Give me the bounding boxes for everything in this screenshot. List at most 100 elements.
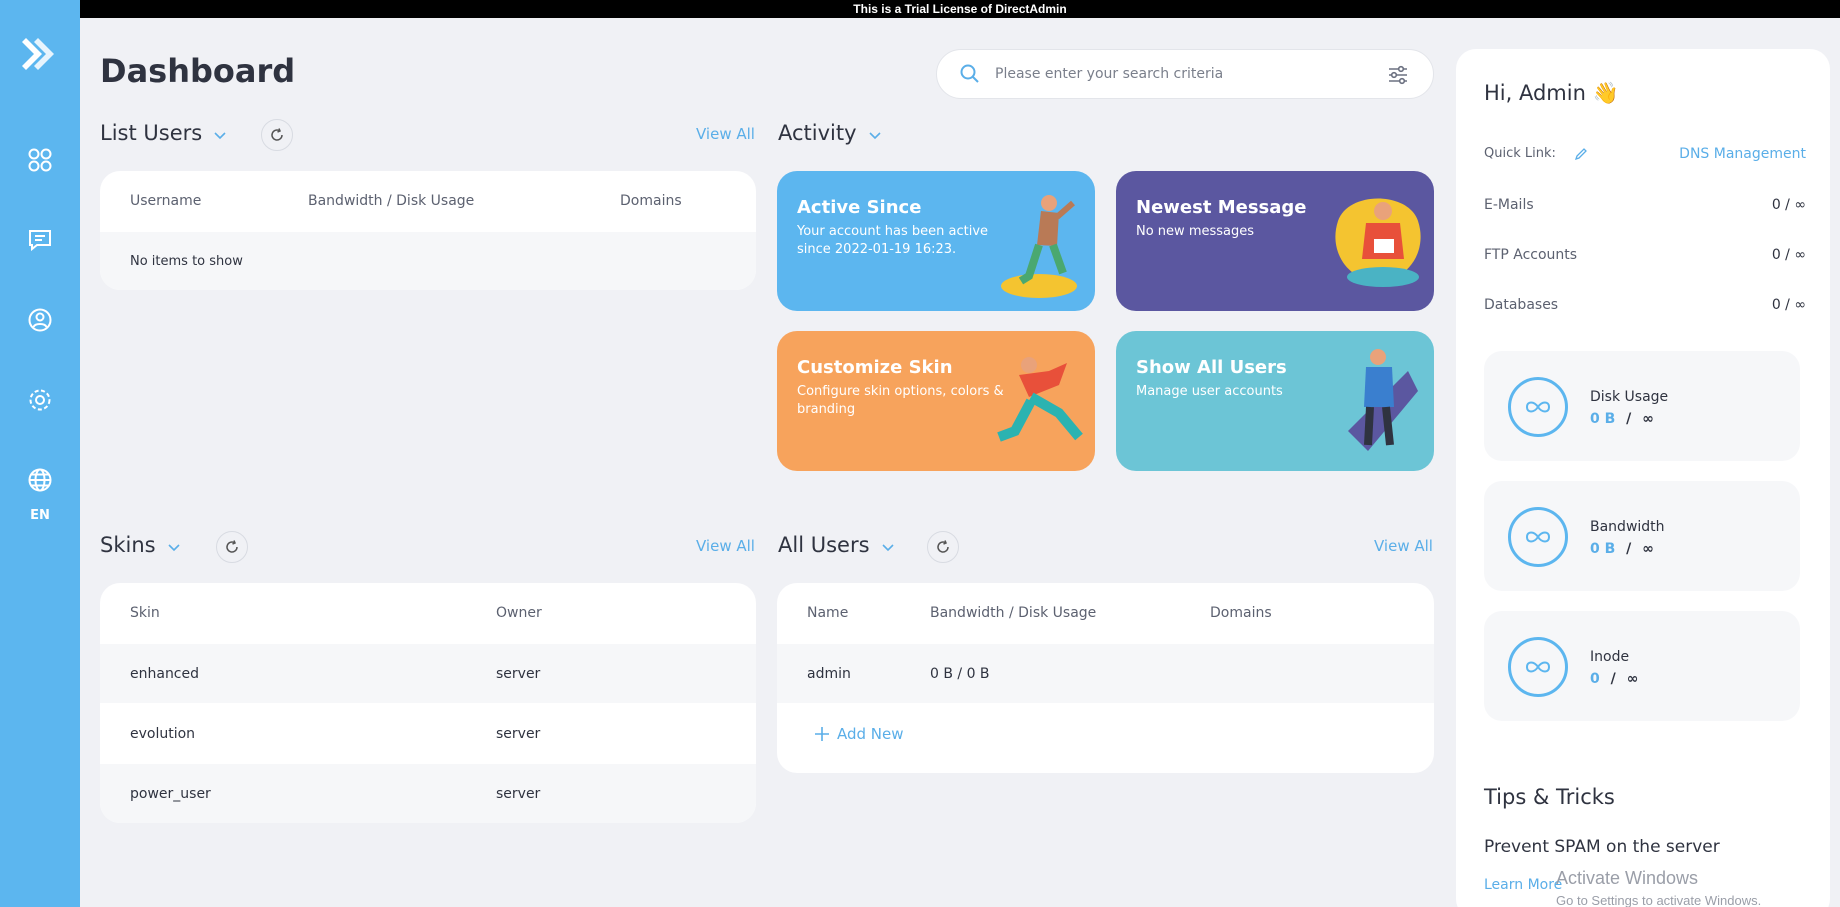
usage-limit: ∞ <box>1626 671 1639 687</box>
usage-value: 0 B / ∞ <box>1590 541 1654 557</box>
usage-sep: / <box>1626 411 1632 427</box>
column-header[interactable]: Domains <box>1210 605 1272 621</box>
tile-title: Active Since <box>797 197 922 218</box>
table-row[interactable]: power_user server <box>100 763 756 823</box>
customize-skin-tile[interactable]: Customize Skin Configure skin options, c… <box>777 331 1095 471</box>
all-users-view-all-link[interactable]: View All <box>1374 537 1433 555</box>
newest-message-tile[interactable]: Newest Message No new messages <box>1116 171 1434 311</box>
tips-title: Tips & Tricks <box>1484 785 1615 809</box>
skin-name[interactable]: power_user <box>130 786 496 802</box>
quick-link-label: Quick Link: <box>1484 146 1588 161</box>
active-since-tile[interactable]: Active Since Your account has been activ… <box>777 171 1095 311</box>
trial-license-banner: This is a Trial License of DirectAdmin <box>80 0 1840 18</box>
table-row[interactable]: evolution server <box>100 703 756 763</box>
list-users-section-title: List Users <box>100 121 226 145</box>
usage-label: Disk Usage <box>1590 389 1669 405</box>
usage-sep: / <box>1626 541 1632 557</box>
column-header[interactable]: Username <box>130 193 308 209</box>
infinity-ring-icon <box>1508 377 1568 437</box>
all-users-table: Name Bandwidth / Disk Usage Domains admi… <box>777 583 1434 773</box>
greeting: Hi, Admin 👋 <box>1484 81 1619 105</box>
quick-link-text: Quick Link: <box>1484 146 1556 161</box>
watermark-line2: Go to Settings to activate Windows. <box>1556 893 1762 907</box>
show-all-users-tile[interactable]: Show All Users Manage user accounts <box>1116 331 1434 471</box>
skins-refresh-button[interactable] <box>216 531 248 563</box>
column-header[interactable]: Domains <box>620 193 682 209</box>
plus-icon <box>815 727 829 741</box>
dashboard-grid-icon[interactable] <box>24 144 56 176</box>
tile-title: Newest Message <box>1136 197 1307 218</box>
column-header[interactable]: Bandwidth / Disk Usage <box>308 193 620 209</box>
add-new-user-button[interactable]: Add New <box>813 725 904 743</box>
chevron-down-icon[interactable] <box>214 121 226 145</box>
skin-name[interactable]: enhanced <box>130 666 496 682</box>
watermark-line1: Activate Windows <box>1556 868 1699 888</box>
account-summary-panel: Hi, Admin 👋 Quick Link: DNS Management E… <box>1456 49 1830 907</box>
tile-title: Show All Users <box>1136 357 1287 378</box>
skins-section-title: Skins <box>100 533 180 557</box>
stat-label: FTP Accounts <box>1484 247 1578 263</box>
user-name[interactable]: admin <box>807 666 930 682</box>
tile-title: Customize Skin <box>797 357 953 378</box>
infinity-ring-icon <box>1508 637 1568 697</box>
stat-label: E-Mails <box>1484 197 1534 213</box>
stat-value: 0 / ∞ <box>1771 297 1806 313</box>
skin-owner: server <box>496 665 541 682</box>
usage-label: Bandwidth <box>1590 519 1665 535</box>
stat-label: Databases <box>1484 297 1559 313</box>
refresh-icon <box>937 540 949 553</box>
usage-value: 0 / ∞ <box>1590 671 1638 687</box>
language-label[interactable]: EN <box>0 508 80 523</box>
chevron-down-icon[interactable] <box>868 121 881 145</box>
usage-limit: ∞ <box>1642 411 1654 427</box>
settings-gear-icon[interactable] <box>24 384 56 416</box>
column-header[interactable]: Owner <box>496 605 542 621</box>
chevron-down-icon[interactable] <box>168 533 180 557</box>
message-icon[interactable] <box>24 224 56 256</box>
column-header[interactable]: Name <box>807 605 930 621</box>
add-new-label: Add New <box>837 725 904 743</box>
disk-usage-card: Disk Usage 0 B / ∞ <box>1484 351 1800 461</box>
windows-activation-watermark: Activate Windows Go to Settings to activ… <box>1556 868 1761 907</box>
user-account-icon[interactable] <box>24 304 56 336</box>
filter-sliders-icon[interactable] <box>1387 64 1409 90</box>
table-header: Skin Owner <box>100 583 756 643</box>
search-input[interactable] <box>995 63 1355 85</box>
empty-state: No items to show <box>100 231 756 290</box>
list-users-title: List Users <box>100 121 203 145</box>
all-users-refresh-button[interactable] <box>927 531 959 563</box>
table-header: Name Bandwidth / Disk Usage Domains <box>777 583 1434 643</box>
search-icon <box>959 63 981 89</box>
tip-text: Prevent SPAM on the server <box>1484 837 1720 857</box>
chevron-down-icon[interactable] <box>881 533 894 557</box>
learn-more-link[interactable]: Learn More <box>1484 877 1562 893</box>
table-header: Username Bandwidth / Disk Usage Domains <box>100 171 756 231</box>
stat-emails: E-Mails 0 / ∞ <box>1484 197 1806 213</box>
usage-limit: ∞ <box>1642 541 1654 557</box>
refresh-icon <box>271 128 283 141</box>
sidebar: EN <box>0 0 80 907</box>
all-users-section-title: All Users <box>778 533 894 557</box>
standing-person-illustration <box>1348 349 1418 451</box>
column-header[interactable]: Bandwidth / Disk Usage <box>930 605 1210 621</box>
all-users-title: All Users <box>778 533 870 557</box>
globe-language-icon[interactable] <box>24 464 56 496</box>
skin-name[interactable]: evolution <box>130 726 496 742</box>
table-row[interactable]: enhanced server <box>100 643 756 703</box>
usage-label: Inode <box>1590 649 1630 665</box>
list-users-refresh-button[interactable] <box>261 119 293 151</box>
table-row[interactable]: admin 0 B / 0 B <box>777 643 1434 703</box>
list-users-view-all-link[interactable]: View All <box>696 125 755 143</box>
bandwidth-card: Bandwidth 0 B / ∞ <box>1484 481 1800 591</box>
skins-title: Skins <box>100 533 156 557</box>
skins-table: Skin Owner enhanced server evolution ser… <box>100 583 756 823</box>
tile-description: Manage user accounts <box>1136 384 1283 399</box>
quick-link-dns-management[interactable]: DNS Management <box>1679 146 1806 162</box>
skins-view-all-link[interactable]: View All <box>696 537 755 555</box>
directadmin-logo[interactable] <box>20 34 60 74</box>
tile-description: No new messages <box>1136 224 1255 239</box>
reading-person-illustration <box>1335 198 1421 287</box>
usage-used: 0 <box>1590 671 1600 687</box>
column-header[interactable]: Skin <box>130 605 496 621</box>
usage-sep: / <box>1610 671 1616 687</box>
